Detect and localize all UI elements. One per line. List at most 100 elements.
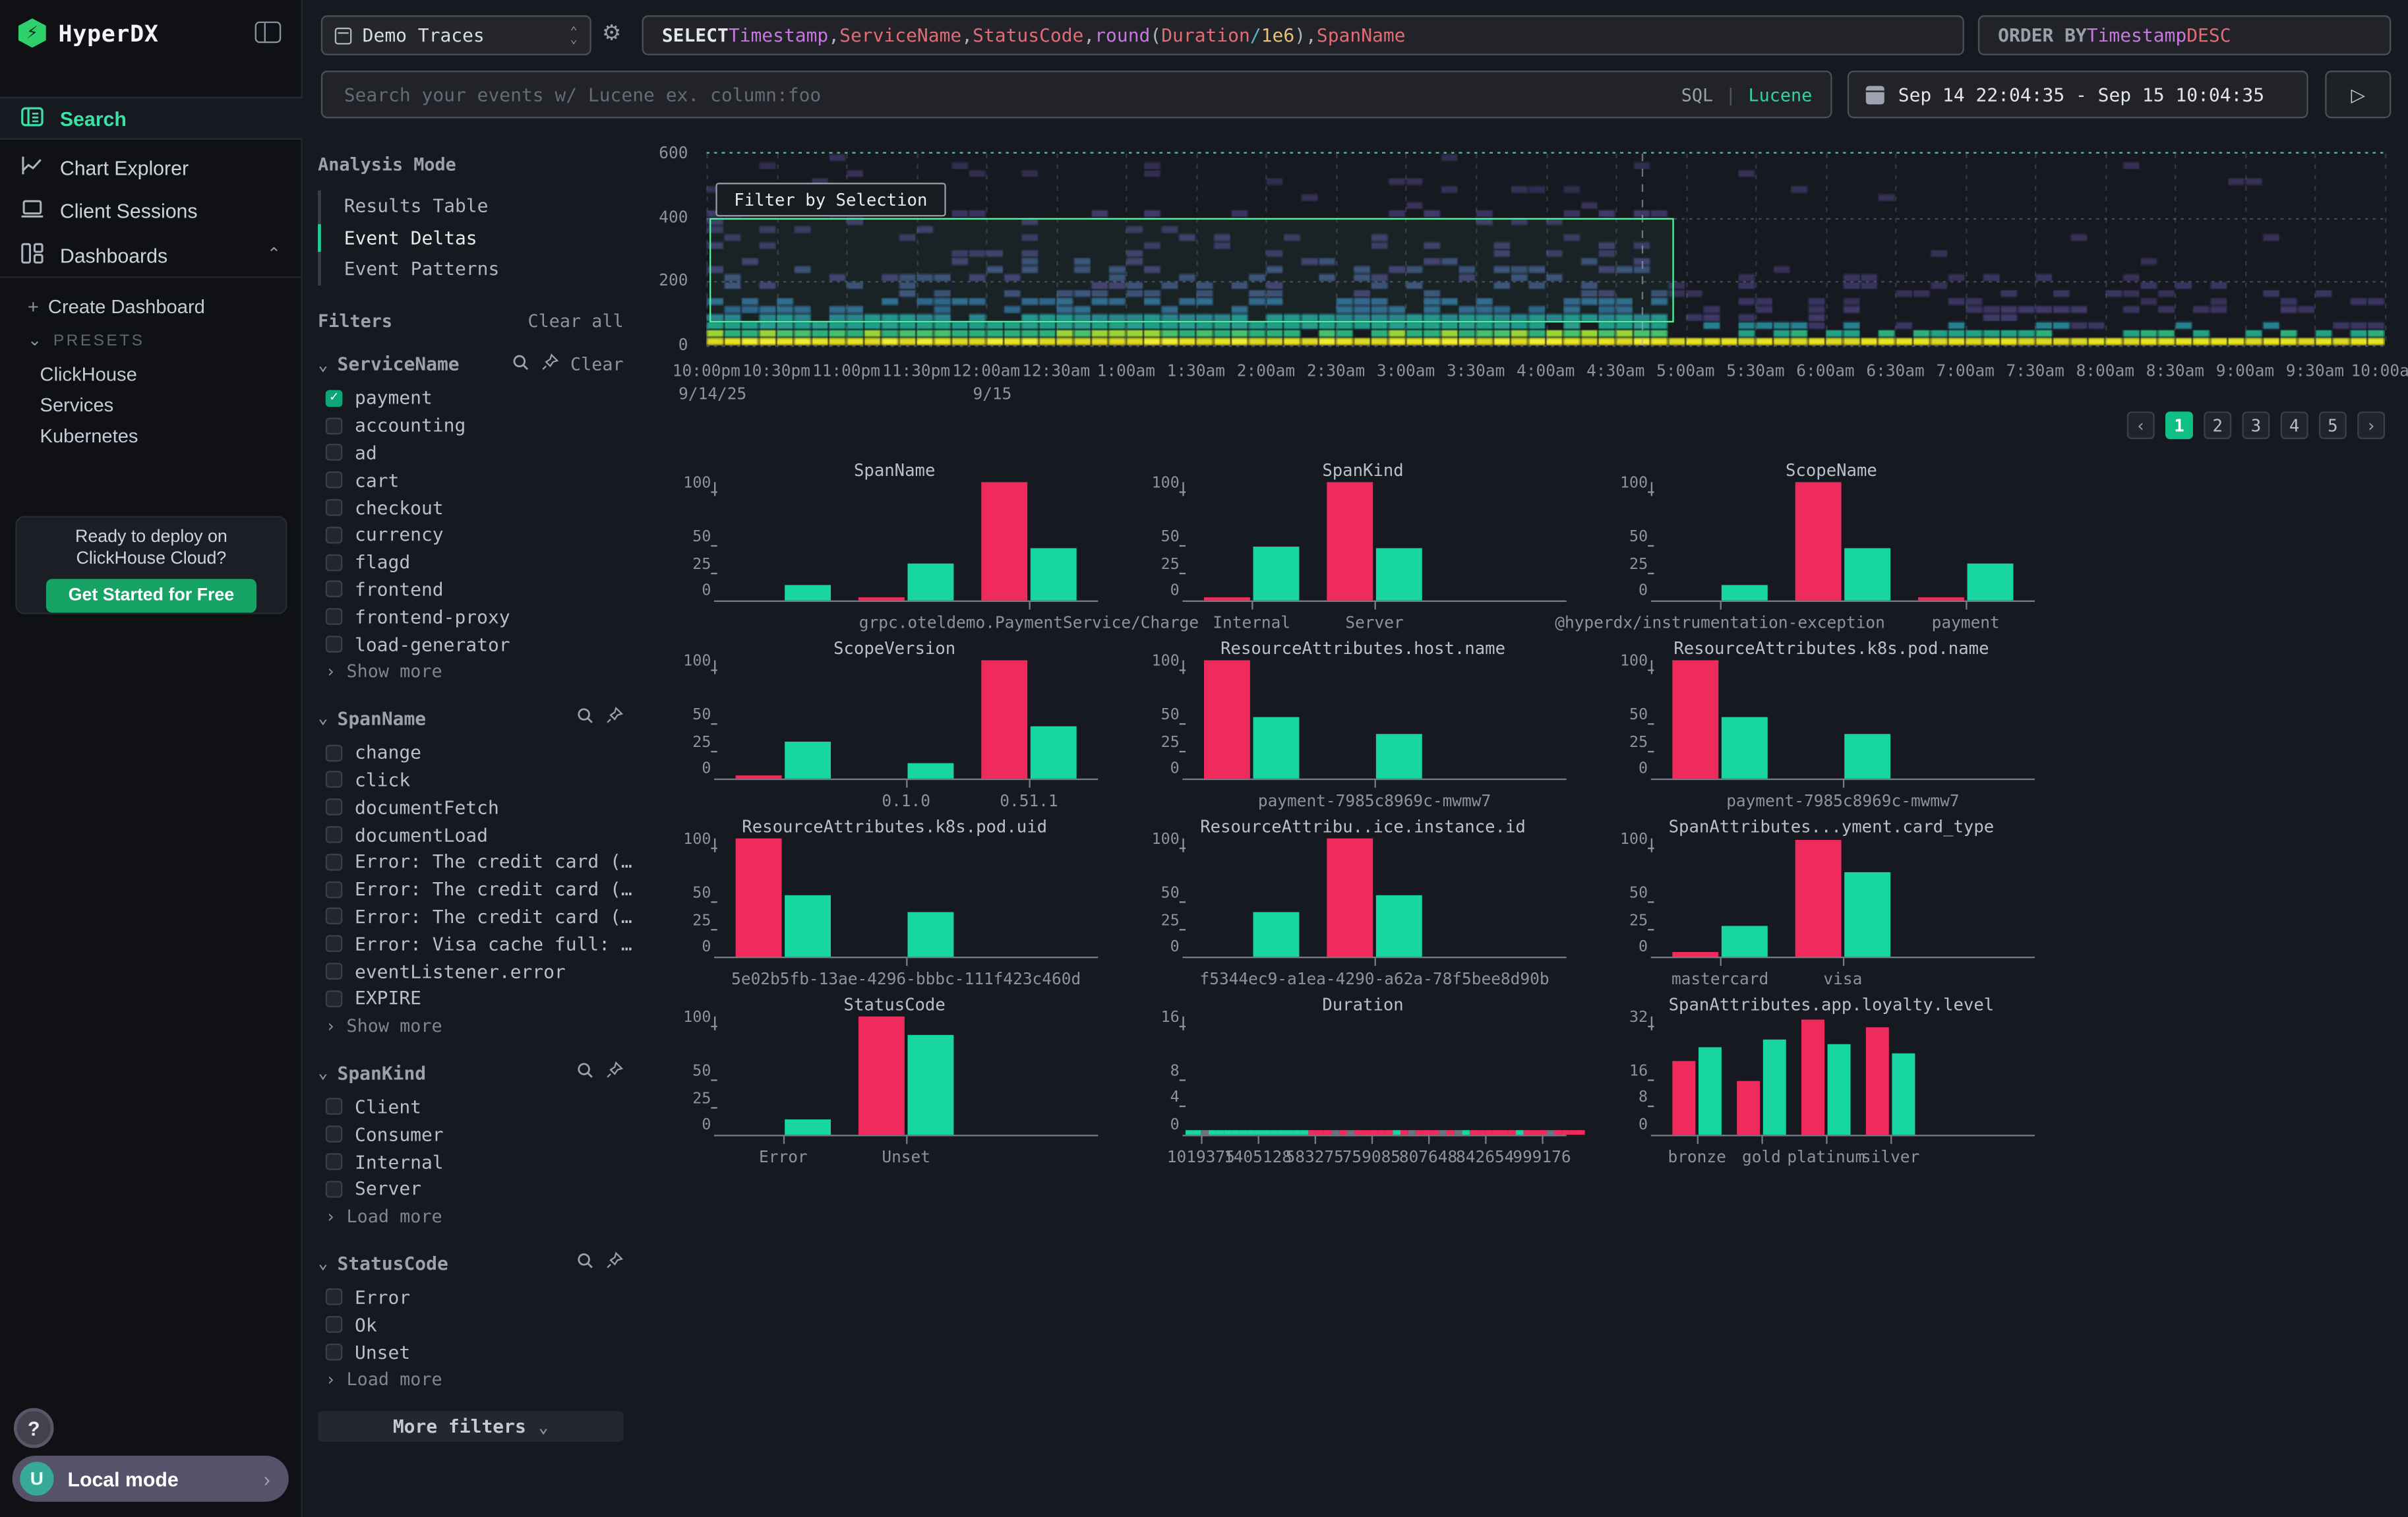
pin-icon[interactable] <box>605 1251 624 1274</box>
search-icon[interactable] <box>512 353 530 376</box>
filter-option-change[interactable]: change <box>318 739 623 766</box>
get-started-button[interactable]: Get Started for Free <box>46 579 256 612</box>
checkbox-unchecked[interactable] <box>326 963 343 980</box>
clear-all-button[interactable]: Clear all <box>527 309 623 331</box>
brand-logo[interactable]: ⚡ HyperDX <box>18 18 159 47</box>
filter-option-click[interactable]: click <box>318 766 623 793</box>
filter-option-error[interactable]: Error <box>318 1284 623 1311</box>
mini-chart-SpanAttributes.app.loyalty.level[interactable]: SpanAttributes.app.loyalty.level321680br… <box>1597 989 2065 1167</box>
checkbox-unchecked[interactable] <box>326 417 343 434</box>
mini-chart-ResourceAttribu..ice.instance.id[interactable]: ResourceAttribu..ice.instance.id10050250… <box>1129 811 1597 989</box>
checkbox-unchecked[interactable] <box>326 609 343 626</box>
gear-icon[interactable]: ⚙ <box>602 20 621 46</box>
load-more-button[interactable]: ›Load more <box>318 1365 623 1392</box>
source-select[interactable]: Demo Traces ⌃⌄ <box>321 15 591 55</box>
show-more-button[interactable]: ›Show more <box>318 1012 623 1039</box>
checkbox-unchecked[interactable] <box>326 472 343 489</box>
checkbox-unchecked[interactable] <box>326 499 343 516</box>
page-prev-button[interactable]: ‹ <box>2127 411 2155 439</box>
mini-chart-StatusCode[interactable]: StatusCode10050250ErrorUnset <box>661 989 1129 1167</box>
checkbox-unchecked[interactable] <box>326 1316 343 1333</box>
sidebar-item-clickhouse[interactable]: ClickHouse <box>40 364 137 386</box>
checkbox-unchecked[interactable] <box>326 1126 343 1143</box>
mini-chart-Duration[interactable]: Duration16840101937514051285832757590858… <box>1129 989 1597 1167</box>
mini-chart-ScopeName[interactable]: ScopeName10050250@hyperdx/instrumentatio… <box>1597 454 2065 632</box>
checkbox-unchecked[interactable] <box>326 990 343 1007</box>
sidebar-item-dashboards[interactable]: Dashboards ⌃ <box>0 233 303 278</box>
filter-option-error-the-credit-card-[interactable]: Error: The credit card (… <box>318 903 623 930</box>
mini-chart-SpanKind[interactable]: SpanKind10050250InternalServer <box>1129 454 1597 632</box>
pin-icon[interactable] <box>541 353 560 376</box>
page-button-2[interactable]: 2 <box>2204 411 2231 439</box>
sidebar-item-services[interactable]: Services <box>40 395 114 417</box>
filter-group-header-StatusCode[interactable]: ⌄StatusCode <box>318 1251 623 1274</box>
checkbox-unchecked[interactable] <box>326 1153 343 1170</box>
filter-option-frontend-proxy[interactable]: frontend-proxy <box>318 603 623 630</box>
filter-option-server[interactable]: Server <box>318 1175 623 1203</box>
checkbox-checked[interactable]: ✓ <box>326 390 343 407</box>
sidebar-item-client-sessions[interactable]: Client Sessions <box>0 191 303 232</box>
checkbox-unchecked[interactable] <box>326 936 343 953</box>
sidebar-item-chart-explorer[interactable]: Chart Explorer <box>0 148 303 189</box>
filter-option-ok[interactable]: Ok <box>318 1311 623 1338</box>
load-more-button[interactable]: ›Load more <box>318 1203 623 1230</box>
checkbox-unchecked[interactable] <box>326 1181 343 1198</box>
presets-toggle[interactable]: ⌄ PRESETS <box>28 332 145 350</box>
checkbox-unchecked[interactable] <box>326 581 343 598</box>
mini-chart-ScopeVersion[interactable]: ScopeVersion100502500.1.00.51.1 <box>661 633 1129 811</box>
mini-chart-ResourceAttributes.k8s.pod.uid[interactable]: ResourceAttributes.k8s.pod.uid100502505e… <box>661 811 1129 989</box>
filter-option-unset[interactable]: Unset <box>318 1338 623 1365</box>
sidebar-item-search[interactable]: Search <box>0 97 303 140</box>
page-button-4[interactable]: 4 <box>2281 411 2308 439</box>
checkbox-unchecked[interactable] <box>326 908 343 926</box>
analysis-mode-event-deltas[interactable]: Event Deltas <box>321 222 624 254</box>
search-icon[interactable] <box>576 1251 594 1274</box>
checkbox-unchecked[interactable] <box>326 854 343 871</box>
mini-chart-ResourceAttributes.k8s.pod.name[interactable]: ResourceAttributes.k8s.pod.name10050250p… <box>1597 633 2065 811</box>
sidebar-collapse-icon[interactable] <box>255 22 282 44</box>
filter-option-ad[interactable]: ad <box>318 439 623 466</box>
filter-option-consumer[interactable]: Consumer <box>318 1121 623 1148</box>
page-button-5[interactable]: 5 <box>2319 411 2347 439</box>
clear-group-button[interactable]: Clear <box>570 353 624 375</box>
order-by-editor[interactable]: ORDER BY Timestamp DESC <box>1978 15 2392 55</box>
filter-option-error-visa-cache-full-[interactable]: Error: Visa cache full: … <box>318 930 623 957</box>
pin-icon[interactable] <box>605 707 624 730</box>
filter-option-expire[interactable]: EXPIRE <box>318 985 623 1012</box>
filter-option-error-the-credit-card-[interactable]: Error: The credit card (… <box>318 848 623 876</box>
search-icon[interactable] <box>576 1061 594 1084</box>
filter-group-header-SpanKind[interactable]: ⌄SpanKind <box>318 1061 623 1084</box>
checkbox-unchecked[interactable] <box>326 444 343 461</box>
mini-chart-SpanName[interactable]: SpanName10050250grpc.oteldemo.PaymentSer… <box>661 454 1129 632</box>
checkbox-unchecked[interactable] <box>326 1289 343 1306</box>
show-more-button[interactable]: ›Show more <box>318 658 623 685</box>
search-icon[interactable] <box>576 707 594 730</box>
analysis-mode-results-table[interactable]: Results Table <box>321 191 624 222</box>
lang-toggle-sql[interactable]: SQL <box>1681 84 1713 105</box>
mini-chart-ResourceAttributes.host.name[interactable]: ResourceAttributes.host.name10050250paym… <box>1129 633 1597 811</box>
filter-group-header-ServiceName[interactable]: ⌄ServiceNameClear <box>318 353 623 376</box>
filter-option-internal[interactable]: Internal <box>318 1148 623 1175</box>
more-filters-button[interactable]: More filters ⌄ <box>318 1412 623 1443</box>
checkbox-unchecked[interactable] <box>326 527 343 544</box>
lang-toggle-lucene[interactable]: Lucene <box>1749 84 1813 105</box>
filter-option-payment[interactable]: ✓payment <box>318 384 623 411</box>
filter-by-selection-button[interactable]: Filter by Selection <box>715 183 946 216</box>
filter-option-currency[interactable]: currency <box>318 521 623 549</box>
checkbox-unchecked[interactable] <box>326 881 343 898</box>
checkbox-unchecked[interactable] <box>326 1344 343 1361</box>
filter-option-cart[interactable]: cart <box>318 467 623 494</box>
filter-option-checkout[interactable]: checkout <box>318 494 623 521</box>
analysis-mode-event-patterns[interactable]: Event Patterns <box>321 253 624 285</box>
checkbox-unchecked[interactable] <box>326 636 343 653</box>
checkbox-unchecked[interactable] <box>326 771 343 788</box>
checkbox-unchecked[interactable] <box>326 826 343 843</box>
sidebar-item-kubernetes[interactable]: Kubernetes <box>40 425 138 447</box>
filter-option-frontend[interactable]: frontend <box>318 576 623 603</box>
page-next-button[interactable]: › <box>2357 411 2385 439</box>
checkbox-unchecked[interactable] <box>326 554 343 571</box>
mini-chart-SpanAttributes...yment.card_type[interactable]: SpanAttributes...yment.card_type10050250… <box>1597 811 2065 989</box>
filter-option-load-generator[interactable]: load-generator <box>318 630 623 657</box>
help-button[interactable]: ? <box>14 1408 54 1448</box>
heatmap-selection[interactable] <box>709 218 1673 323</box>
